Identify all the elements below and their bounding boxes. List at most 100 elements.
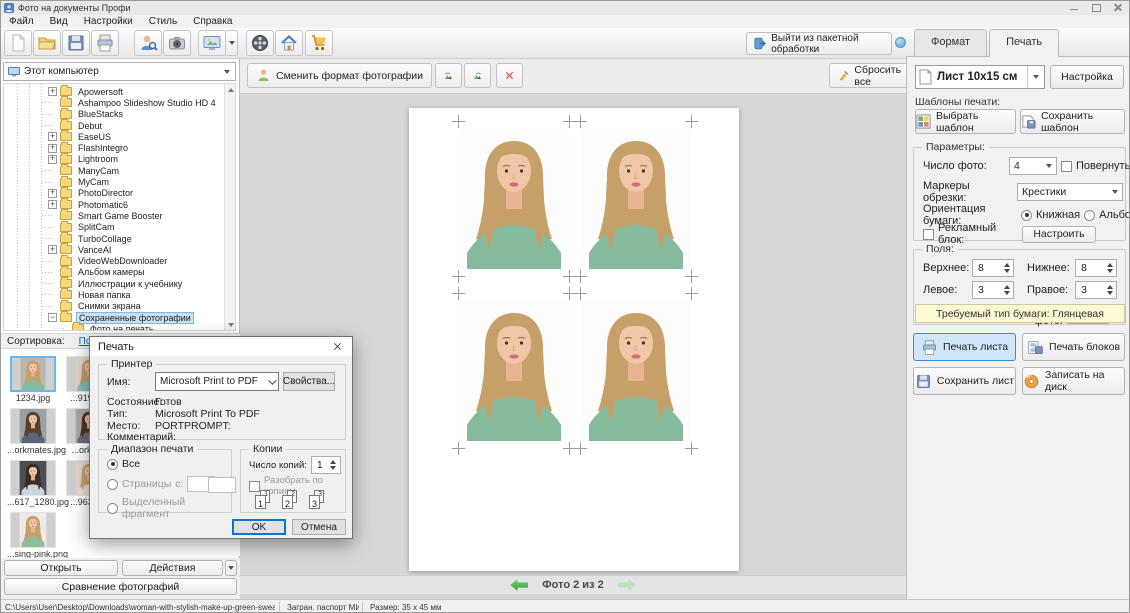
video-button[interactable]: [246, 30, 274, 56]
expand-icon[interactable]: [48, 245, 57, 254]
margin-right-spinner[interactable]: 3: [1075, 281, 1117, 299]
print-blocks-button[interactable]: Печать блоков: [1022, 333, 1125, 361]
camera-button[interactable]: [163, 30, 191, 56]
print-sheet-button[interactable]: Печать листа: [913, 333, 1016, 361]
maximize-icon[interactable]: [1091, 3, 1101, 12]
rotate-left-button[interactable]: [435, 63, 462, 88]
cancel-button[interactable]: Отмена: [292, 519, 346, 535]
print-button[interactable]: [91, 30, 119, 56]
prev-photo-icon[interactable]: [510, 579, 528, 591]
choose-template-button[interactable]: Выбрать шаблон: [915, 109, 1016, 134]
tree-item[interactable]: Иллюстрации к учебнику: [4, 278, 223, 289]
screen-format-button[interactable]: [198, 30, 226, 56]
expand-icon[interactable]: [48, 132, 57, 141]
actions-dropdown[interactable]: [225, 560, 237, 576]
print-dialog-titlebar[interactable]: Печать: [90, 337, 352, 356]
expand-icon[interactable]: [48, 200, 57, 209]
margin-left-spinner[interactable]: 3: [972, 281, 1014, 299]
tree-item[interactable]: BlueStacks: [4, 109, 223, 120]
help-icon[interactable]: [895, 37, 906, 48]
photo-slot[interactable]: [581, 129, 691, 269]
tree-item[interactable]: Альбом камеры: [4, 267, 223, 278]
tree-item[interactable]: Apowersoft: [4, 86, 223, 97]
menu-settings[interactable]: Настройки: [76, 16, 141, 27]
menu-style[interactable]: Стиль: [141, 16, 185, 27]
change-format-button[interactable]: Сменить формат фотографии: [247, 63, 432, 88]
photo-slot[interactable]: [581, 301, 691, 441]
save-button[interactable]: [62, 30, 90, 56]
new-document-button[interactable]: [4, 30, 32, 56]
expand-icon[interactable]: [48, 155, 57, 164]
open-button[interactable]: Открыть: [4, 560, 118, 576]
thumbnail[interactable]: ...617_1280.jpg: [7, 460, 59, 507]
dialog-close-button[interactable]: [322, 337, 352, 356]
crop-markers-combo[interactable]: Крестики: [1017, 183, 1123, 201]
delete-photo-button[interactable]: [496, 63, 523, 88]
thumbnail-selected[interactable]: 1234.jpg: [7, 356, 59, 403]
ok-button[interactable]: OK: [232, 519, 286, 535]
tree-item[interactable]: Photomatic6: [4, 199, 223, 210]
tab-print[interactable]: Печать: [989, 29, 1059, 57]
margin-top-spinner[interactable]: 8: [972, 259, 1014, 277]
tree-scrollbar[interactable]: [224, 84, 235, 330]
thumbnail[interactable]: ...orkmates.jpg: [7, 408, 59, 455]
home-button[interactable]: [275, 30, 303, 56]
tree-item[interactable]: Smart Game Booster: [4, 210, 223, 221]
tree-item[interactable]: PhotoDirector: [4, 188, 223, 199]
photo-count-combo[interactable]: 4: [1009, 157, 1057, 175]
shop-button[interactable]: [305, 30, 333, 56]
photo-slot[interactable]: [459, 301, 569, 441]
tree-item[interactable]: FlashIntegro: [4, 142, 223, 153]
tab-format[interactable]: Формат: [914, 29, 987, 57]
tree-item[interactable]: MyCam: [4, 176, 223, 187]
reset-all-button[interactable]: Сбросить все: [829, 63, 914, 88]
copies-spinner[interactable]: 1: [311, 456, 341, 474]
rotate-checkbox[interactable]: [1061, 161, 1072, 172]
landscape-radio[interactable]: [1084, 210, 1095, 221]
tree-item[interactable]: TurboCollage: [4, 233, 223, 244]
portrait-radio[interactable]: [1021, 210, 1032, 221]
scroll-down-icon[interactable]: [225, 319, 236, 330]
paper-size-combo[interactable]: Лист 10x15 см: [915, 65, 1045, 89]
next-photo-icon[interactable]: [618, 579, 636, 591]
burn-disc-button[interactable]: Записать на диск: [1022, 367, 1125, 395]
printer-name-combo[interactable]: Microsoft Print to PDF: [155, 372, 279, 391]
tree-item[interactable]: Debut: [4, 120, 223, 131]
range-to-input[interactable]: [208, 477, 236, 493]
thumbnail[interactable]: ...sing-pink.png: [7, 512, 59, 559]
range-pages-radio[interactable]: [107, 479, 118, 490]
tree-item[interactable]: VanceAI: [4, 244, 223, 255]
paper-settings-button[interactable]: Настройка: [1050, 65, 1124, 89]
menu-file[interactable]: Файл: [1, 16, 42, 27]
open-folder-button[interactable]: [33, 30, 61, 56]
tree-item-selected[interactable]: Сохраненные фотографии: [4, 312, 223, 323]
tree-item[interactable]: Новая папка: [4, 289, 223, 300]
tree-item[interactable]: EaseUS: [4, 131, 223, 142]
exit-batch-button[interactable]: Выйти из пакетной обработки: [746, 32, 892, 55]
expand-icon[interactable]: [48, 189, 57, 198]
minimize-icon[interactable]: [1069, 3, 1079, 12]
tree-item[interactable]: VideoWebDownloader: [4, 255, 223, 266]
actions-button[interactable]: Действия: [122, 560, 223, 576]
computer-combo[interactable]: Этот компьютер: [3, 62, 236, 81]
tree-item[interactable]: SplitCam: [4, 222, 223, 233]
tree-item[interactable]: Фото на печать: [4, 323, 223, 331]
tree-item[interactable]: Ashampoo Slideshow Studio HD 4: [4, 97, 223, 108]
printer-properties-button[interactable]: Свойства...: [283, 372, 335, 391]
tree-item[interactable]: Lightroom: [4, 154, 223, 165]
range-selection-radio[interactable]: [107, 503, 118, 514]
ad-block-checkbox[interactable]: [923, 229, 934, 240]
margin-bottom-spinner[interactable]: 8: [1075, 259, 1117, 277]
tree-item[interactable]: ManyCam: [4, 165, 223, 176]
expand-icon[interactable]: [48, 144, 57, 153]
save-template-button[interactable]: Сохранить шаблон: [1020, 109, 1125, 134]
menu-help[interactable]: Справка: [185, 16, 240, 27]
range-all-radio[interactable]: [107, 459, 118, 470]
screen-format-dropdown[interactable]: [226, 30, 238, 56]
collapse-icon[interactable]: [48, 313, 57, 322]
compare-photos-button[interactable]: Сравнение фотографий: [4, 578, 237, 595]
configure-ad-button[interactable]: Настроить: [1022, 226, 1096, 243]
expand-icon[interactable]: [48, 87, 57, 96]
tree-item[interactable]: Снимки экрана: [4, 301, 223, 312]
close-icon[interactable]: [1113, 3, 1123, 12]
